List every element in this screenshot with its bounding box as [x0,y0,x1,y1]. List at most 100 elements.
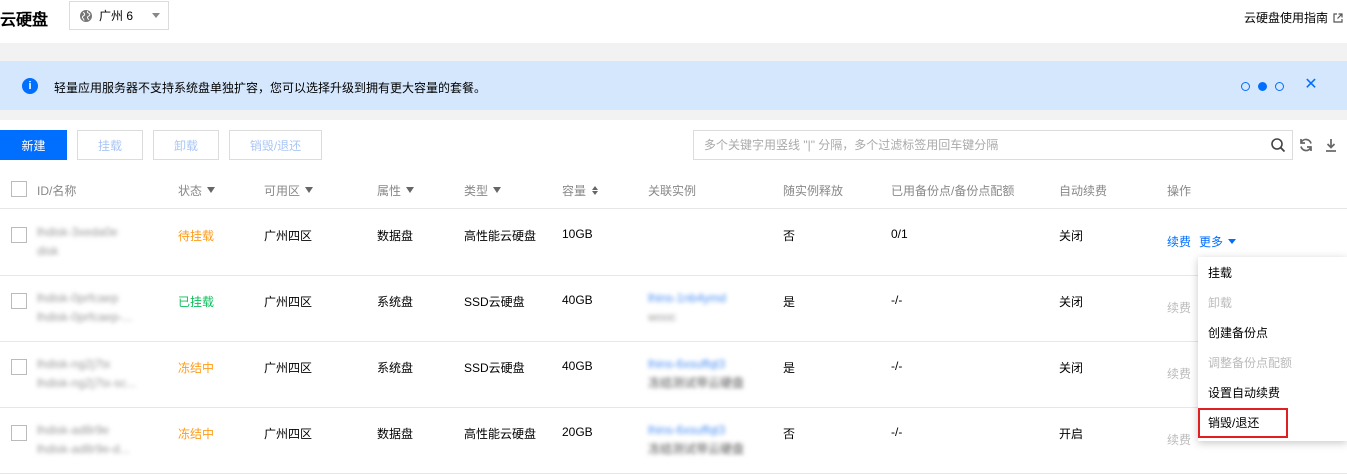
column-type[interactable]: 类型 [464,182,502,199]
row-checkbox[interactable] [11,425,27,441]
menu-item-mount[interactable]: 挂载 [1198,258,1347,288]
column-ops: 操作 [1167,184,1192,198]
backup-cell: -/- [891,359,903,373]
usage-guide-link[interactable]: 云硬盘使用指南 [1244,9,1343,26]
menu-item-adjust-backup-quota[interactable]: 调整备份点配额 [1198,348,1347,378]
notice-text: 轻量应用服务器不支持系统盘单独扩容，您可以选择升级到拥有更大容量的套餐。 [54,81,487,95]
attr-cell: 数据盘 [377,229,414,243]
globe-icon [80,9,92,22]
release-cell: 否 [783,427,796,441]
release-cell: 否 [783,229,796,243]
row-checkbox[interactable] [11,293,27,309]
renew-cell: 开启 [1059,427,1084,441]
chevron-down-icon [1228,239,1237,244]
table-row: lhdisk-ng2j7tx lhdisk-ng2j7tx-sc... 冻结中 广… [0,342,1347,408]
disk-id[interactable]: lhdisk-ad8r9e lhdisk-ad8r9e-d... [37,421,130,459]
renew-link[interactable]: 续费 [1167,365,1191,382]
row-checkbox[interactable] [11,227,27,243]
close-icon[interactable]: ✕ [1303,77,1319,93]
search-input[interactable] [694,131,1254,159]
toolbar: 新建 挂载 卸载 销毁/退还 [0,120,1347,170]
menu-item-unmount[interactable]: 卸载 [1198,288,1347,318]
renew-cell: 关闭 [1059,229,1084,243]
renew-link[interactable]: 续费 [1167,233,1191,250]
column-attr[interactable]: 属性 [377,182,415,199]
page-gap [0,43,1347,61]
status-badge: 冻结中 [178,427,215,441]
column-renew: 自动续费 [1059,184,1108,198]
zone-cell: 广州四区 [264,295,313,309]
backup-cell: 0/1 [891,227,908,241]
type-cell: SSD云硬盘 [464,295,525,309]
attr-cell: 系统盘 [377,361,414,375]
download-icon[interactable] [1323,137,1339,153]
zone-cell: 广州四区 [264,229,313,243]
size-cell: 10GB [562,227,593,241]
pager-dot[interactable] [1275,82,1284,91]
renew-link[interactable]: 续费 [1167,299,1191,316]
column-status[interactable]: 状态 [178,182,216,199]
menu-item-create-backup[interactable]: 创建备份点 [1198,318,1347,348]
destroy-button[interactable]: 销毁/退还 [229,130,322,160]
column-release: 随实例释放 [783,184,844,198]
search-icon[interactable] [1270,137,1286,153]
filter-icon[interactable] [305,186,314,193]
filter-icon[interactable] [207,186,216,193]
table-row: lhdisk-0prfcaep lhdisk-0prfcaep-... 已挂载 广… [0,276,1347,342]
pager-dot[interactable] [1241,82,1250,91]
refresh-icon[interactable] [1298,137,1314,153]
table-row: lhdisk-3xeda0e disk 待挂载 广州四区 数据盘 高性能云硬盘 1… [0,210,1347,276]
sort-icon[interactable] [592,186,599,195]
pager-dot-active[interactable] [1258,82,1267,91]
renew-cell: 关闭 [1059,295,1084,309]
row-checkbox[interactable] [11,359,27,375]
column-size[interactable]: 容量 [562,182,599,199]
backup-cell: -/- [891,425,903,439]
attr-cell: 数据盘 [377,427,414,441]
instance-cell[interactable]: lhins-6xsuffqt3 冻结测试带云硬盘 [648,355,744,393]
column-instance: 关联实例 [648,184,697,198]
size-cell: 40GB [562,293,593,307]
column-zone[interactable]: 可用区 [264,182,314,199]
instance-cell[interactable]: lhins-6xsuffqt3 冻结测试带云硬盘 [648,421,744,459]
size-cell: 40GB [562,359,593,373]
menu-item-destroy[interactable]: 销毁/退还 [1198,408,1288,438]
region-selector[interactable]: 广州 6 [69,1,169,30]
select-all-checkbox[interactable] [11,181,27,197]
attr-cell: 系统盘 [377,295,414,309]
status-badge: 冻结中 [178,361,215,375]
disk-id[interactable]: lhdisk-ng2j7tx lhdisk-ng2j7tx-sc... [37,355,136,393]
disk-id[interactable]: lhdisk-0prfcaep lhdisk-0prfcaep-... [37,289,132,327]
page-gap [0,110,1347,120]
new-button[interactable]: 新建 [0,130,67,160]
page-title: 云硬盘 [0,12,49,29]
renew-link[interactable]: 续费 [1167,431,1191,448]
unmount-button[interactable]: 卸载 [153,130,219,160]
table-row: lhdisk-ad8r9e lhdisk-ad8r9e-d... 冻结中 广州四区… [0,408,1347,474]
filter-icon[interactable] [406,186,415,193]
type-cell: 高性能云硬盘 [464,427,537,441]
menu-item-auto-renew[interactable]: 设置自动续费 [1198,378,1347,408]
more-actions-menu: 挂载 卸载 创建备份点 调整备份点配额 设置自动续费 销毁/退还 [1198,257,1347,441]
zone-cell: 广州四区 [264,427,313,441]
release-cell: 是 [783,295,796,309]
mount-button[interactable]: 挂载 [77,130,143,160]
search-box[interactable] [693,130,1293,160]
more-dropdown[interactable]: 更多 [1199,233,1237,250]
release-cell: 是 [783,361,796,375]
filter-icon[interactable] [493,186,502,193]
disk-id[interactable]: lhdisk-3xeda0e disk [37,223,118,261]
instance-cell[interactable]: lhins-1nb4ymd wooc [648,289,726,327]
type-cell: 高性能云硬盘 [464,229,537,243]
backup-cell: -/- [891,293,903,307]
status-badge: 已挂载 [178,295,215,309]
disk-table: ID/名称 状态 可用区 属性 类型 容量 关联实例 随实例释放 已用备份点/备… [0,170,1347,474]
status-badge: 待挂载 [178,229,215,243]
table-header: ID/名称 状态 可用区 属性 类型 容量 关联实例 随实例释放 已用备份点/备… [0,170,1347,209]
type-cell: SSD云硬盘 [464,361,525,375]
notice-banner: i 轻量应用服务器不支持系统盘单独扩容，您可以选择升级到拥有更大容量的套餐。 ✕ [0,61,1347,110]
page-header: 云硬盘 广州 6 云硬盘使用指南 [0,0,1347,43]
column-id-name: ID/名称 [37,184,77,198]
more-label: 更多 [1199,235,1224,249]
renew-cell: 关闭 [1059,361,1084,375]
